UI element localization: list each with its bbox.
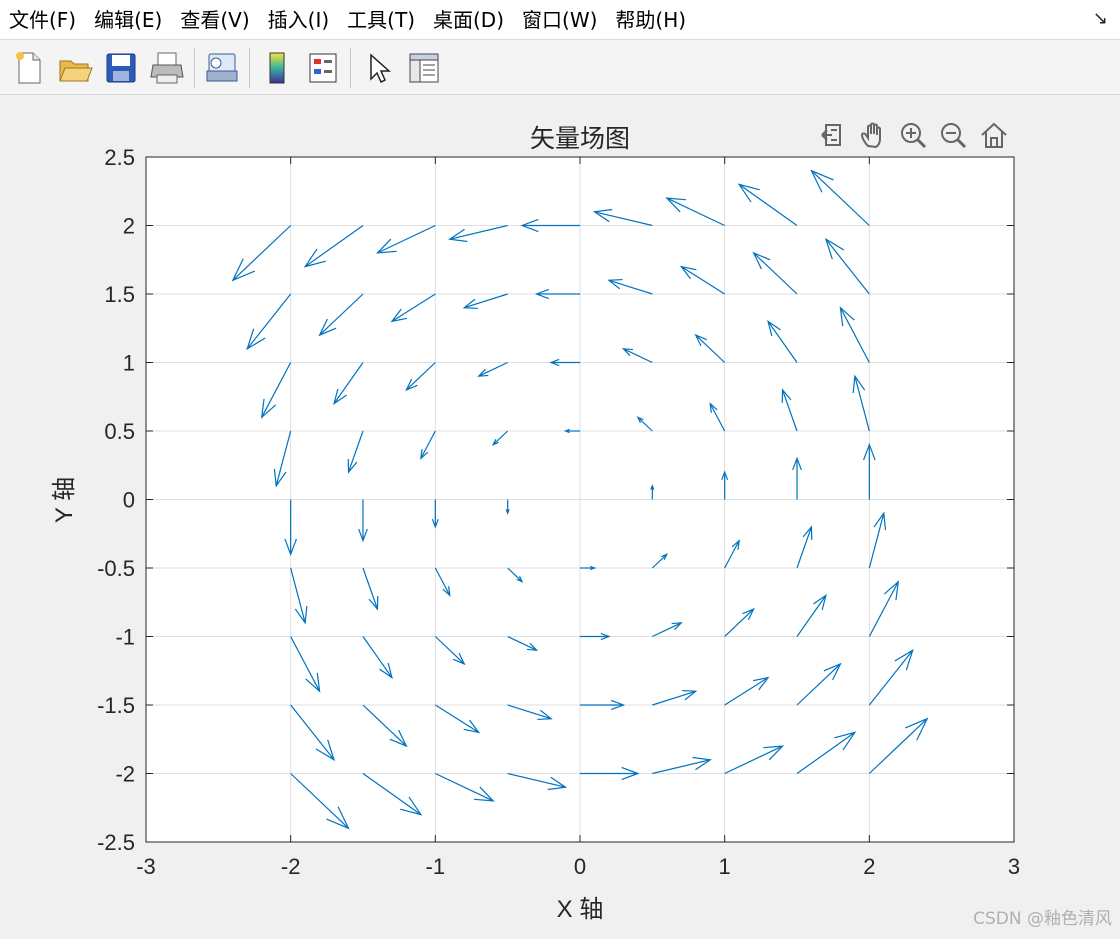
home-icon[interactable] <box>981 122 1007 148</box>
x-axis-label: X 轴 <box>557 896 604 923</box>
y-tick-label: 0 <box>123 488 135 513</box>
colorbar-icon[interactable] <box>258 49 296 87</box>
x-tick-label: -3 <box>136 854 156 879</box>
print-preview-icon[interactable] <box>203 49 241 87</box>
chart-title: 矢量场图 <box>530 124 630 153</box>
watermark: CSDN @釉色清风 <box>973 909 1112 929</box>
open-folder-icon[interactable] <box>56 49 94 87</box>
x-tick-label: -2 <box>281 854 301 879</box>
x-tick-label: 3 <box>1008 854 1020 879</box>
y-tick-label: 2 <box>123 214 135 239</box>
y-tick-label: -2.5 <box>97 830 135 855</box>
figure-toolbar <box>0 41 1120 95</box>
legend-icon[interactable] <box>304 49 342 87</box>
pan-icon[interactable] <box>860 122 881 149</box>
zoom-in-icon[interactable] <box>901 123 927 149</box>
export-icon[interactable] <box>821 124 841 146</box>
toolbar-separator <box>194 47 195 88</box>
figure-area: -3 -2 -1 0 1 2 3 -2.5 -2 -1.5 -1 -0.5 0 0.5 1 1.5 2 2.5 矢… <box>0 96 1120 935</box>
print-icon[interactable] <box>148 49 186 87</box>
menu-item-1[interactable]: 编辑(E) <box>85 0 171 40</box>
y-axis-label: Y 轴 <box>51 477 78 523</box>
pointer-icon[interactable] <box>359 49 397 87</box>
toolbar-separator <box>249 47 250 88</box>
y-tick-label: -1 <box>115 625 135 650</box>
dock-arrow-icon[interactable]: ↘ <box>1093 8 1108 29</box>
x-tick-label: -1 <box>426 854 446 879</box>
quiver-plot: -3 -2 -1 0 1 2 3 -2.5 -2 -1.5 -1 -0.5 0 0.5 1 1.5 2 2.5 矢… <box>51 122 1020 923</box>
save-icon[interactable] <box>102 49 140 87</box>
y-tick-label: -1.5 <box>97 693 135 718</box>
y-tick-label: 0.5 <box>104 419 135 444</box>
property-inspector-icon[interactable] <box>405 49 443 87</box>
menu-item-4[interactable]: 工具(T) <box>338 0 424 40</box>
toolbar-separator <box>350 47 351 88</box>
menu-item-7[interactable]: 帮助(H) <box>606 0 695 40</box>
x-tick-label: 2 <box>863 854 875 879</box>
menubar: 文件(F) 编辑(E) 查看(V) 插入(I) 工具(T) 桌面(D) 窗口(W) 帮助(H)… <box>0 0 1120 40</box>
x-tick-label: 1 <box>719 854 731 879</box>
y-tick-label: -0.5 <box>97 556 135 581</box>
menu-item-2[interactable]: 查看(V) <box>171 0 258 40</box>
zoom-out-icon[interactable] <box>941 123 967 149</box>
menu-item-0[interactable]: 文件(F) <box>0 0 85 40</box>
y-tick-label: 2.5 <box>104 145 135 170</box>
menu-item-5[interactable]: 桌面(D) <box>424 0 513 40</box>
menu-item-6[interactable]: 窗口(W) <box>513 0 606 40</box>
x-tick-label: 0 <box>574 854 586 879</box>
y-tick-label: -2 <box>115 762 135 787</box>
new-file-icon[interactable] <box>10 49 48 87</box>
axes-toolbar <box>821 122 1007 149</box>
y-tick-label: 1 <box>123 351 135 376</box>
y-tick-label: 1.5 <box>104 282 135 307</box>
menu-item-3[interactable]: 插入(I) <box>259 0 339 40</box>
